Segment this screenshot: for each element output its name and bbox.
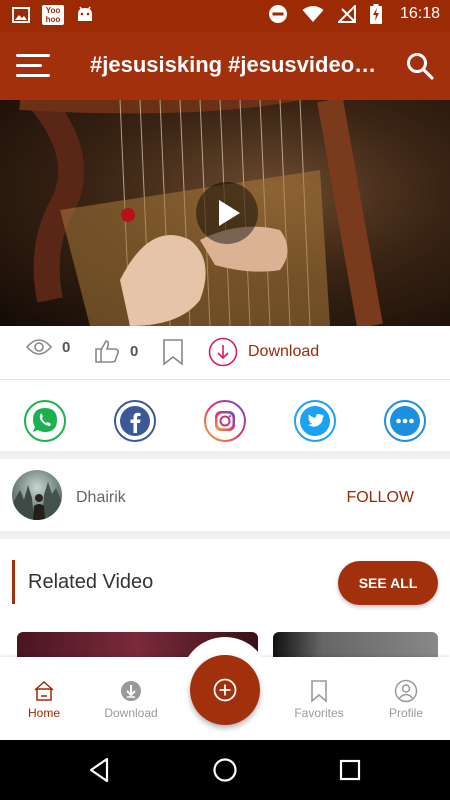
twitter-share-button[interactable]	[294, 400, 336, 442]
home-icon	[34, 680, 54, 701]
nav-home[interactable]: Home	[0, 657, 88, 740]
yoohoo-icon: Yoo hoo	[42, 5, 64, 25]
profile-icon	[394, 679, 418, 703]
download-button[interactable]: Download	[208, 337, 319, 367]
yoohoo-text-top: Yoo	[45, 6, 61, 15]
download-icon	[121, 681, 141, 701]
bookmark-button[interactable]	[162, 338, 184, 366]
eye-icon	[26, 339, 52, 355]
nav-favorites-label: Favorites	[294, 706, 344, 720]
no-signal-icon	[337, 5, 356, 23]
views-count: 0	[62, 338, 71, 356]
related-header: Related Video SEE ALL	[0, 547, 450, 617]
whatsapp-icon	[24, 400, 66, 442]
likes-count: 0	[130, 342, 139, 360]
like-button[interactable]: 0	[94, 338, 138, 364]
bookmark-icon	[311, 680, 327, 703]
uploader-row: Dhairik FOLLOW	[0, 459, 450, 539]
do-not-disturb-icon	[268, 5, 287, 23]
download-circle-icon	[208, 337, 238, 367]
nav-download[interactable]: Download	[87, 657, 175, 740]
search-icon[interactable]	[406, 52, 434, 80]
uploader-name[interactable]: Dhairik	[76, 489, 126, 507]
facebook-share-button[interactable]	[114, 400, 156, 442]
nav-download-label: Download	[104, 706, 158, 720]
play-icon	[219, 200, 240, 226]
download-label: Download	[248, 343, 320, 360]
wifi-icon	[302, 6, 324, 22]
clock: 16:18	[399, 5, 440, 22]
facebook-icon	[114, 400, 156, 442]
home-circle-icon[interactable]	[212, 757, 238, 783]
page-title: #jesusisking #jesusvideostatus	[90, 52, 380, 77]
whatsapp-share-button[interactable]	[24, 400, 66, 442]
play-button[interactable]	[196, 182, 258, 244]
android-icon	[78, 6, 92, 21]
add-icon	[213, 678, 237, 702]
yoohoo-text-bottom: hoo	[45, 15, 61, 24]
nav-favorites[interactable]: Favorites	[275, 657, 363, 740]
nav-profile-label: Profile	[388, 706, 423, 720]
system-navigation-bar	[0, 740, 450, 800]
video-player[interactable]	[0, 100, 450, 326]
add-video-button[interactable]	[190, 655, 260, 725]
more-share-button[interactable]	[384, 400, 426, 442]
views-counter: 0	[26, 338, 70, 356]
back-icon[interactable]	[87, 757, 113, 783]
twitter-icon	[294, 400, 336, 442]
more-icon	[384, 400, 426, 442]
status-bar: Yoo hoo 16:18	[0, 0, 450, 32]
instagram-icon	[204, 400, 246, 442]
recents-icon[interactable]	[337, 757, 363, 783]
nav-profile[interactable]: Profile	[362, 657, 450, 740]
related-title: Related Video	[28, 571, 154, 593]
image-icon	[12, 7, 30, 23]
instagram-share-button[interactable]	[204, 400, 246, 442]
follow-button[interactable]: FOLLOW	[346, 489, 414, 507]
section-accent-bar	[12, 560, 15, 604]
bookmark-icon	[163, 339, 183, 366]
share-row	[0, 381, 450, 459]
app-bar: #jesusisking #jesusvideostatus	[0, 32, 450, 100]
hamburger-menu-icon[interactable]	[16, 52, 50, 78]
thumbs-up-icon	[95, 340, 120, 363]
action-row: 0 0 Download	[0, 326, 450, 380]
avatar[interactable]	[12, 470, 62, 520]
see-all-button[interactable]: SEE ALL	[338, 561, 438, 605]
nav-home-label: Home	[27, 706, 60, 720]
battery-charging-icon	[369, 4, 382, 24]
